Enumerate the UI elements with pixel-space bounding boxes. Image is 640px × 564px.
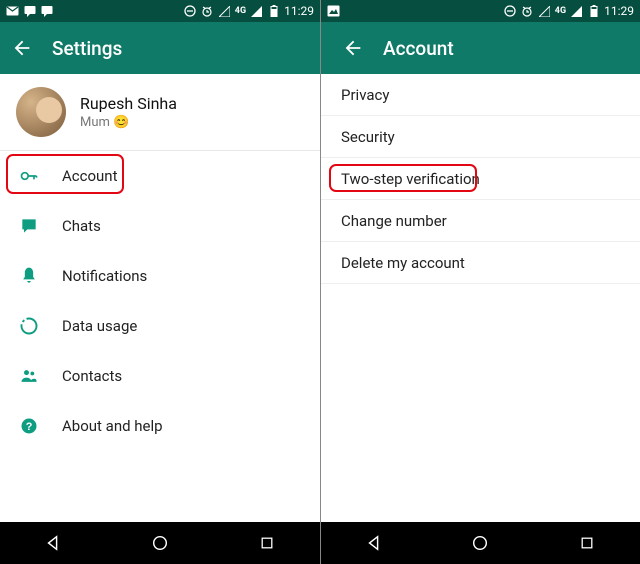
account-item-two-step[interactable]: Two-step verification [321, 158, 640, 200]
signal-icon [570, 5, 583, 18]
nav-home-button[interactable] [470, 533, 490, 553]
alarm-icon [521, 5, 534, 18]
signal-empty-icon [218, 5, 231, 18]
battery-icon [267, 5, 280, 18]
account-item-change-number[interactable]: Change number [321, 200, 640, 242]
back-button[interactable] [341, 36, 365, 60]
settings-item-about[interactable]: ? About and help [0, 401, 320, 451]
avatar [16, 87, 66, 137]
profile-row[interactable]: Rupesh Sinha Mum 😊 [0, 74, 320, 151]
network-label: 4G [235, 6, 246, 16]
help-icon: ? [18, 415, 40, 437]
message-icon [23, 5, 36, 18]
account-item-label: Privacy [341, 86, 389, 104]
settings-item-label: Chats [62, 217, 101, 235]
status-bar: 4G 11:29 [0, 0, 320, 22]
settings-item-label: Data usage [62, 317, 137, 335]
phone-left: 4G 11:29 Settings Rupesh Sinha Mum 😊 Ac [0, 0, 320, 564]
account-item-security[interactable]: Security [321, 116, 640, 158]
nav-home-button[interactable] [150, 533, 170, 553]
data-icon [18, 315, 40, 337]
dnd-icon [184, 5, 197, 18]
battery-icon [587, 5, 600, 18]
nav-recent-button[interactable] [257, 533, 277, 553]
settings-item-label: About and help [62, 417, 163, 435]
account-item-privacy[interactable]: Privacy [321, 74, 640, 116]
message2-icon [40, 5, 53, 18]
network-label: 4G [555, 6, 566, 16]
account-list: Privacy Security Two-step verification C… [321, 74, 640, 522]
nav-recent-button[interactable] [577, 533, 597, 553]
key-icon [18, 165, 40, 187]
profile-status: Mum 😊 [80, 115, 177, 130]
settings-list: Account Chats Notifications Data usage [0, 151, 320, 522]
app-bar: Account [321, 22, 640, 74]
alarm-icon [201, 5, 214, 18]
settings-item-account[interactable]: Account [0, 151, 320, 201]
app-bar: Settings [0, 22, 320, 74]
clock-text: 11:29 [604, 4, 634, 18]
account-item-label: Delete my account [341, 254, 465, 272]
settings-item-contacts[interactable]: Contacts [0, 351, 320, 401]
nav-back-button[interactable] [364, 533, 384, 553]
settings-item-label: Contacts [62, 367, 122, 385]
settings-item-label: Account [62, 167, 118, 185]
signal-empty-icon [538, 5, 551, 18]
page-title: Settings [52, 37, 122, 60]
mail-icon [6, 5, 19, 18]
account-item-label: Security [341, 128, 395, 146]
nav-back-button[interactable] [43, 533, 63, 553]
settings-item-chats[interactable]: Chats [0, 201, 320, 251]
settings-item-label: Notifications [62, 267, 147, 285]
dnd-icon [504, 5, 517, 18]
account-item-label: Two-step verification [341, 170, 480, 188]
image-icon [327, 5, 340, 18]
nav-bar [321, 522, 640, 564]
signal-icon [250, 5, 263, 18]
chat-icon [18, 215, 40, 237]
bell-icon [18, 265, 40, 287]
contacts-icon [18, 365, 40, 387]
profile-name: Rupesh Sinha [80, 94, 177, 113]
page-title: Account [383, 37, 454, 60]
account-item-label: Change number [341, 212, 447, 230]
clock-text: 11:29 [284, 4, 314, 18]
status-bar: 4G 11:29 [321, 0, 640, 22]
nav-bar [0, 522, 320, 564]
svg-text:?: ? [26, 421, 33, 433]
settings-item-data[interactable]: Data usage [0, 301, 320, 351]
settings-item-notifications[interactable]: Notifications [0, 251, 320, 301]
phone-right: 4G 11:29 Account Privacy Security Two-st… [320, 0, 640, 564]
back-button[interactable] [10, 36, 34, 60]
account-item-delete[interactable]: Delete my account [321, 242, 640, 284]
